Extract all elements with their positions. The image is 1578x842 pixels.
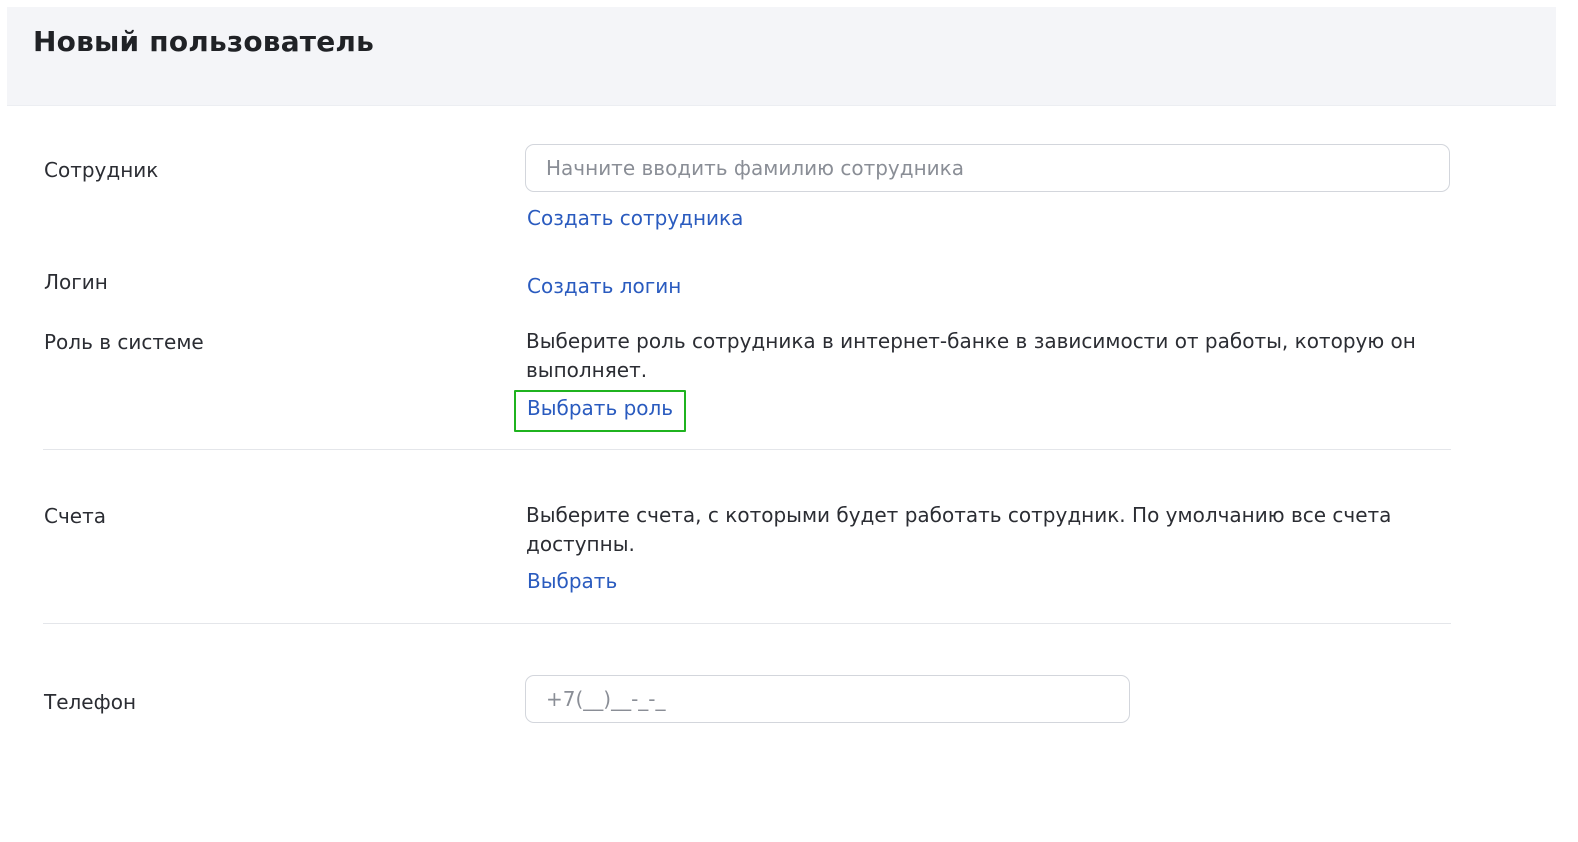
employee-search-input[interactable] xyxy=(525,144,1450,192)
page-header: Новый пользователь xyxy=(7,7,1556,106)
employee-label: Сотрудник xyxy=(44,158,159,182)
login-label: Логин xyxy=(44,270,108,294)
phone-label: Телефон xyxy=(44,690,137,714)
role-label: Роль в системе xyxy=(44,330,204,354)
section-divider xyxy=(43,623,1451,624)
select-role-link[interactable]: Выбрать роль xyxy=(527,396,673,420)
page-title: Новый пользователь xyxy=(33,25,375,58)
accounts-label: Счета xyxy=(44,504,106,528)
section-divider xyxy=(43,449,1451,450)
new-user-page: Новый пользователь Сотрудник Создать сот… xyxy=(0,0,1578,842)
phone-input[interactable] xyxy=(525,675,1130,723)
role-description: Выберите роль сотрудника в интернет-банк… xyxy=(526,329,1416,382)
create-employee-link[interactable]: Создать сотрудника xyxy=(527,206,743,230)
create-login-link[interactable]: Создать логин xyxy=(527,274,681,298)
accounts-description: Выберите счета, с которыми будет работат… xyxy=(526,503,1392,556)
select-accounts-link[interactable]: Выбрать xyxy=(527,569,617,593)
